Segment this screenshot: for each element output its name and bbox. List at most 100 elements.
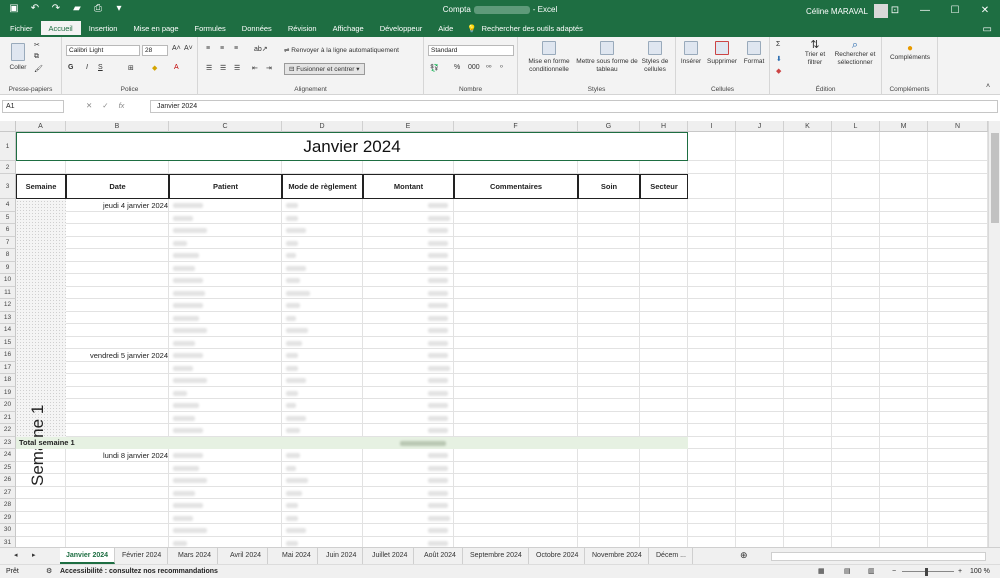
table-header-cell[interactable]: Semaine [16,174,66,199]
zoom-slider[interactable] [902,571,954,572]
fill-icon[interactable]: ⬇ [776,55,782,63]
table-header-cell[interactable]: Patient [169,174,282,199]
sheet-tab[interactable]: Septembre 2024 [464,548,529,564]
table-header-cell[interactable]: Soin [578,174,640,199]
table-header-cell[interactable]: Date [66,174,169,199]
tab-donnees[interactable]: Données [234,21,280,37]
row-header[interactable]: 5 [0,211,16,224]
row-header[interactable]: 7 [0,236,16,249]
format-button[interactable]: Format [740,41,768,66]
align-middle-icon[interactable]: ≡ [220,45,224,52]
table-header-cell[interactable]: Montant [363,174,454,199]
column-header[interactable]: H [640,121,688,132]
tab-mise-en-page[interactable]: Mise en page [125,21,186,37]
tab-formules[interactable]: Formules [187,21,234,37]
font-color-icon[interactable]: A [174,64,179,71]
row-header[interactable]: 17 [0,361,16,374]
tab-affichage[interactable]: Affichage [325,21,372,37]
sheet-tab[interactable]: Août 2024 [418,548,463,564]
page-layout-view-icon[interactable]: ▤ [844,565,851,578]
table-header-cell[interactable]: Mode de règlement [282,174,363,199]
row-header[interactable]: 31 [0,536,16,547]
formula-input[interactable]: Janvier 2024 [150,100,998,113]
merge-center-button[interactable]: ⊟ Fusionner et centrer ▾ [284,63,365,75]
clear-icon[interactable]: ◆ [776,67,781,75]
sort-filter-button[interactable]: ⇅ Trier et filtrer [800,40,830,67]
zoom-level[interactable]: 100 % [970,565,990,578]
borders-icon[interactable]: ⊞ [128,64,134,72]
row-header[interactable]: 8 [0,249,16,262]
table-header-cell[interactable]: Secteur [640,174,688,199]
row-header[interactable]: 14 [0,324,16,337]
fill-color-icon[interactable]: ◆ [152,64,157,72]
user-account[interactable]: Céline MARAVAL [806,4,888,18]
sheet-tab[interactable]: Mars 2024 [172,548,219,564]
align-center-icon[interactable]: ☰ [220,64,226,72]
conditional-formatting-button[interactable]: Mise en forme conditionnelle [522,41,576,74]
increase-indent-icon[interactable]: ⇥ [266,64,272,72]
vertical-scrollbar[interactable] [988,121,1000,547]
row-header[interactable]: 16 [0,349,16,362]
sheet-tab[interactable]: Novembre 2024 [586,548,649,564]
format-as-table-button[interactable]: Mettre sous forme de tableau [576,41,638,74]
find-select-button[interactable]: ⌕ Rechercher et sélectionner [830,40,880,67]
italic-icon[interactable]: I [86,64,88,71]
next-sheet-icon[interactable]: ▸ [32,551,36,559]
column-header[interactable]: F [454,121,578,132]
sheet-tab[interactable]: Juin 2024 [320,548,364,564]
column-header[interactable]: B [66,121,169,132]
column-header[interactable]: L [832,121,880,132]
column-header[interactable]: J [736,121,784,132]
collapse-ribbon-icon[interactable]: ˄ [986,83,990,90]
date-cell[interactable]: vendredi 5 janvier 2024 [66,351,168,360]
align-top-icon[interactable]: ≡ [206,45,210,52]
row-header[interactable]: 28 [0,499,16,512]
row-header[interactable]: 25 [0,461,16,474]
sheet-title-cell[interactable]: Janvier 2024 [16,132,688,161]
table-header-cell[interactable]: Commentaires [454,174,578,199]
row-header[interactable]: 24 [0,449,16,462]
row-header[interactable]: 29 [0,511,16,524]
align-right-icon[interactable]: ☰ [234,64,240,72]
row-header[interactable]: 30 [0,524,16,537]
column-header[interactable]: N [928,121,988,132]
spreadsheet-grid[interactable]: A B C D E F G H I J K L M N 1 2 3 4 5 6 7 8 9 10 11 12 13 14 15 16 17 1… [0,121,988,547]
row-header[interactable]: 26 [0,474,16,487]
date-cell[interactable]: jeudi 4 janvier 2024 [66,201,168,210]
row-header[interactable]: 11 [0,286,16,299]
comments-icon[interactable]: ▭ [983,24,992,35]
tab-insertion[interactable]: Insertion [81,21,126,37]
row-header[interactable]: 13 [0,311,16,324]
row-header[interactable]: 23 [0,436,16,449]
sheet-tab[interactable]: Avril 2024 [224,548,269,564]
total-row[interactable] [16,437,688,449]
percent-icon[interactable]: % [454,64,460,71]
insert-function-icon[interactable]: fx [119,101,125,110]
wrap-text-button[interactable]: ⇌ Renvoyer à la ligne automatiquement [284,46,399,54]
row-header[interactable]: 9 [0,261,16,274]
grow-font-icon[interactable]: A˄ [172,45,181,52]
addins-button[interactable]: ● Compléments [884,44,936,62]
row-header[interactable]: 19 [0,386,16,399]
column-header[interactable]: C [169,121,282,132]
sheet-tab[interactable]: Janvier 2024 [60,548,116,564]
copy-icon[interactable]: ⧉ [34,53,39,61]
normal-view-icon[interactable]: ▦ [818,565,825,578]
add-sheet-icon[interactable]: ⊕ [740,550,748,561]
row-header[interactable]: 1 [0,132,16,161]
tell-me-search[interactable]: 💡 Rechercher des outils adaptés [467,21,583,37]
zoom-out-icon[interactable]: − [892,565,896,578]
tab-developpeur[interactable]: Développeur [372,21,431,37]
accessibility-status[interactable]: Accessibilité : consultez nos recommanda… [60,565,218,578]
bold-icon[interactable]: G [68,64,73,71]
row-header[interactable]: 12 [0,299,16,312]
row-header[interactable]: 10 [0,274,16,287]
accounting-format-icon[interactable]: 💱 [430,64,439,72]
close-icon[interactable]: ✕ [970,0,1000,21]
row-header[interactable]: 20 [0,399,16,412]
font-size-select[interactable]: 28 [142,45,168,56]
row-header[interactable]: 18 [0,374,16,387]
autosum-icon[interactable]: Σ [776,41,780,48]
font-name-select[interactable]: Calibri Light [66,45,140,56]
underline-icon[interactable]: S [98,64,103,71]
